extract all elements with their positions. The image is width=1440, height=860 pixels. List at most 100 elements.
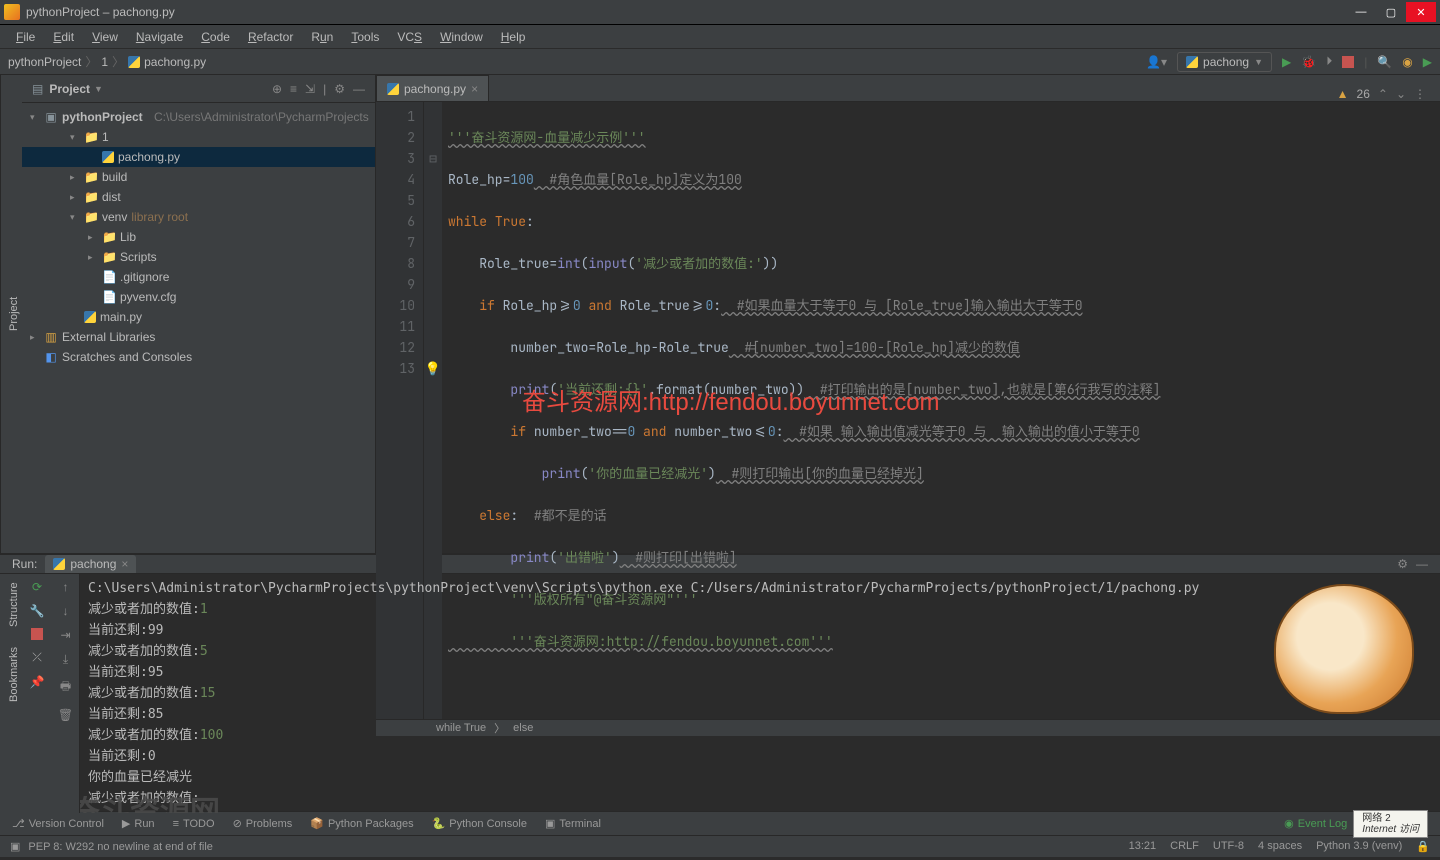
tree-arrow-icon[interactable]: ▾	[70, 212, 80, 223]
stop-button[interactable]	[1342, 56, 1354, 68]
project-tree[interactable]: ▾ ▣ pythonProject C:\Users\Administrator…	[22, 103, 375, 553]
close-tab-icon[interactable]: ×	[471, 82, 478, 96]
expand-all-icon[interactable]: ≡	[290, 82, 297, 96]
chevron-right-icon[interactable]: ▸	[30, 332, 40, 343]
sidetab-structure[interactable]: Structure	[2, 582, 20, 627]
sidetab-project[interactable]: Project	[8, 297, 20, 331]
menu-code[interactable]: Code	[193, 28, 238, 46]
run-anything-button[interactable]: ▶	[1423, 55, 1432, 69]
more-icon[interactable]: ⋮	[1414, 87, 1426, 101]
soft-wrap-icon[interactable]: ⇥	[60, 628, 70, 642]
breadcrumb-folder[interactable]: 1	[101, 55, 108, 69]
select-opened-file-icon[interactable]: ⊕	[272, 82, 282, 96]
folder-icon: 📁	[84, 170, 98, 184]
sidetab-bookmarks[interactable]: Bookmarks	[2, 647, 20, 702]
tree-arrow-icon[interactable]: ▾	[70, 132, 80, 143]
gear-icon[interactable]: ⚙	[334, 82, 345, 96]
exit-icon[interactable]: ⤫	[32, 650, 42, 665]
print-icon[interactable]: 🖶	[60, 677, 71, 698]
tool-python-packages[interactable]: 📦 Python Packages	[310, 817, 413, 830]
hide-icon[interactable]: —	[353, 82, 365, 96]
run-config-selector[interactable]: pachong ▼	[1177, 52, 1272, 72]
tree-arrow-icon[interactable]: ▸	[88, 232, 98, 243]
tree-root[interactable]: ▾ ▣ pythonProject C:\Users\Administrator…	[22, 107, 375, 127]
tree-item[interactable]: ▸📁dist	[22, 187, 375, 207]
console-output[interactable]: C:\Users\Administrator\PycharmProjects\p…	[80, 574, 1440, 813]
tree-scratches[interactable]: ◧ Scratches and Consoles	[22, 347, 375, 367]
run-button[interactable]: ▶	[1282, 55, 1291, 69]
folder-icon: 📄	[102, 290, 116, 304]
tree-item[interactable]: ▸📁Scripts	[22, 247, 375, 267]
window-titlebar: pythonProject – pachong.py — ▢ ✕	[0, 0, 1440, 25]
wrench-icon[interactable]: 🔧	[30, 604, 45, 618]
tree-arrow-icon[interactable]: ▸	[88, 252, 98, 263]
menu-view[interactable]: View	[84, 28, 126, 46]
lock-icon[interactable]: 🔒	[1416, 840, 1430, 853]
search-everywhere-button[interactable]: 🔍	[1377, 55, 1392, 69]
stop-button[interactable]	[31, 628, 43, 640]
hide-tool-windows-icon[interactable]: ▣	[10, 840, 20, 853]
menu-file[interactable]: File	[8, 28, 43, 46]
breadcrumb-root[interactable]: pythonProject	[8, 55, 81, 69]
pin-icon[interactable]: 📌	[30, 675, 45, 689]
tree-item[interactable]: pachong.py	[22, 147, 375, 167]
chevron-down-icon[interactable]: ▼	[94, 84, 103, 94]
menu-window[interactable]: Window	[432, 28, 491, 46]
run-tab[interactable]: pachong ×	[45, 555, 136, 573]
trash-icon[interactable]: 🗑	[58, 708, 73, 722]
tree-arrow-icon[interactable]: ▸	[70, 172, 80, 183]
tree-label: dist	[102, 190, 121, 204]
close-icon[interactable]: ×	[121, 557, 128, 571]
user-icon[interactable]: 👤▾	[1146, 55, 1167, 69]
tree-item[interactable]: 📄.gitignore	[22, 267, 375, 287]
lightbulb-icon[interactable]: 💡	[424, 358, 442, 379]
tree-item[interactable]: main.py	[22, 307, 375, 327]
close-button[interactable]: ✕	[1406, 2, 1436, 22]
menu-vcs[interactable]: VCS	[389, 28, 430, 46]
coverage-button[interactable]: ⏵	[1326, 54, 1332, 69]
rerun-button[interactable]: ⟳	[32, 580, 42, 594]
tree-item[interactable]: ▸📁Lib	[22, 227, 375, 247]
maximize-button[interactable]: ▢	[1376, 2, 1406, 22]
tool-version-control[interactable]: ⎇ Version Control	[12, 817, 104, 830]
chevron-down-icon[interactable]: ⌄	[1396, 87, 1406, 101]
tool-problems[interactable]: ⊘ Problems	[233, 817, 293, 830]
tree-external-libs[interactable]: ▸ ▥ External Libraries	[22, 327, 375, 347]
tool-todo[interactable]: ≡ TODO	[173, 818, 215, 830]
line-separator[interactable]: CRLF	[1170, 840, 1199, 853]
menu-navigate[interactable]: Navigate	[128, 28, 191, 46]
tool-python-console[interactable]: 🐍 Python Console	[432, 817, 527, 830]
menu-refactor[interactable]: Refactor	[240, 28, 301, 46]
tool-event-log[interactable]: ◉ Event Log	[1284, 817, 1347, 830]
menu-help[interactable]: Help	[493, 28, 534, 46]
tree-item[interactable]: ▾📁1	[22, 127, 375, 147]
update-button[interactable]: ◉	[1402, 55, 1412, 69]
interpreter[interactable]: Python 3.9 (venv)	[1316, 840, 1402, 853]
minimize-button[interactable]: —	[1346, 2, 1376, 22]
debug-button[interactable]: 🐞	[1301, 55, 1316, 69]
tool-terminal[interactable]: ▣ Terminal	[545, 817, 601, 830]
chevron-down-icon[interactable]: ▾	[30, 112, 40, 123]
menu-tools[interactable]: Tools	[343, 28, 387, 46]
indent-config[interactable]: 4 spaces	[1258, 840, 1302, 853]
editor-tab-active[interactable]: pachong.py ×	[376, 75, 489, 101]
chevron-up-icon[interactable]: ⌃	[1378, 87, 1388, 101]
network-status-popup[interactable]: 网络 2 Internet 访问	[1353, 810, 1428, 838]
breadcrumb-file[interactable]: pachong.py	[144, 55, 206, 69]
tool-run[interactable]: ▶ Run	[122, 817, 155, 830]
tree-item[interactable]: 📄pyvenv.cfg	[22, 287, 375, 307]
down-icon[interactable]: ↓	[63, 604, 69, 618]
tree-item[interactable]: ▸📁build	[22, 167, 375, 187]
scroll-to-end-icon[interactable]: ⤓	[63, 652, 68, 667]
menu-run[interactable]: Run	[303, 28, 341, 46]
collapse-all-icon[interactable]: ⇲	[305, 82, 315, 96]
warning-icon[interactable]: ▲	[1337, 87, 1349, 101]
caret-position[interactable]: 13:21	[1129, 840, 1157, 853]
file-encoding[interactable]: UTF-8	[1213, 840, 1244, 853]
editor-panel: pachong.py × ▲ 26 ⌃ ⌄ ⋮ 1234567891011121…	[376, 75, 1440, 553]
breadcrumb[interactable]: pythonProject 〉 1 〉 pachong.py	[8, 53, 206, 70]
tree-arrow-icon[interactable]: ▸	[70, 192, 80, 203]
menu-edit[interactable]: Edit	[45, 28, 82, 46]
up-icon[interactable]: ↑	[63, 580, 69, 594]
tree-item[interactable]: ▾📁venv library root	[22, 207, 375, 227]
